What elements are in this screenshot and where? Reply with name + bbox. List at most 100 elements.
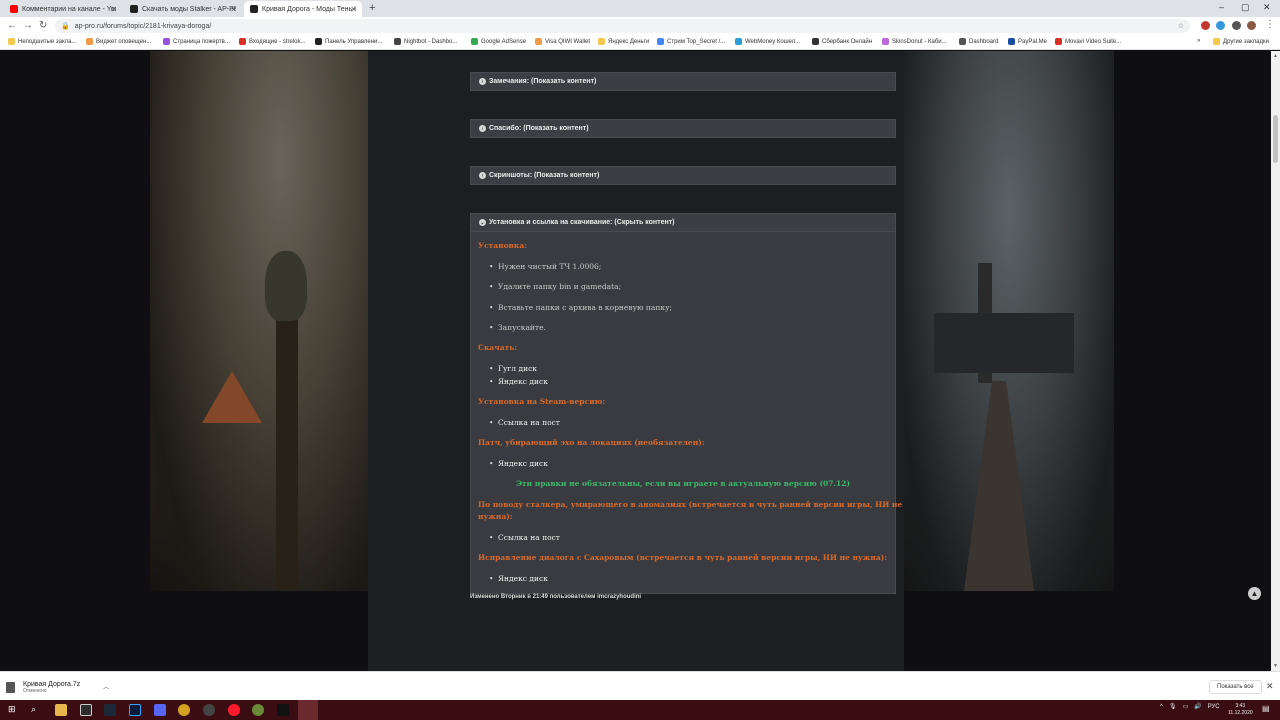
spoiler-thanks[interactable]: › Спасибо: (Показать контент) bbox=[470, 119, 896, 138]
task-view-icon[interactable] bbox=[80, 704, 92, 716]
download-item[interactable]: Кривая Дорога.7z Отменено bbox=[6, 676, 114, 698]
webmoney-icon bbox=[735, 38, 742, 45]
chevron-up-icon[interactable]: ︿ bbox=[103, 682, 109, 691]
movavi-icon bbox=[1055, 38, 1062, 45]
lock-icon: 🔒 bbox=[61, 23, 70, 30]
bookmark-item[interactable]: Movavi Video Suite... bbox=[1055, 38, 1121, 45]
tab-youtube[interactable]: Комментарии на канале - YouTu ✕ bbox=[4, 1, 122, 17]
minimize-button[interactable]: – bbox=[1219, 2, 1224, 12]
close-icon[interactable]: ✕ bbox=[110, 5, 117, 14]
spoiler-screenshots[interactable]: › Скриншоты: (Показать контент) bbox=[470, 166, 896, 185]
scroll-to-top-icon[interactable]: ▲ bbox=[1248, 587, 1261, 600]
bookmark-item[interactable]: PayPal.Me bbox=[1008, 38, 1047, 45]
close-window-button[interactable]: ✕ bbox=[1263, 2, 1271, 13]
bookmark-item[interactable]: Яндекс Деньги bbox=[598, 38, 649, 45]
maximize-button[interactable]: ▢ bbox=[1241, 2, 1250, 13]
spoiler-remarks[interactable]: › Замечания: (Показать контент) bbox=[470, 72, 896, 91]
new-tab-button[interactable]: + bbox=[369, 2, 375, 14]
discord-icon[interactable] bbox=[154, 704, 166, 716]
google-icon bbox=[657, 38, 664, 45]
gas-mask-image bbox=[265, 251, 307, 321]
steam-post-link[interactable]: Ссылка на пост bbox=[489, 418, 560, 427]
scroll-up-icon[interactable]: ▲ bbox=[1273, 53, 1278, 59]
chrome-active-icon[interactable] bbox=[298, 700, 318, 720]
bookmark-item[interactable]: WebMoney Кошел... bbox=[735, 38, 800, 45]
mic-icon[interactable]: 🎙 bbox=[1169, 703, 1177, 710]
photoshop-icon[interactable] bbox=[129, 704, 141, 716]
notification-icon[interactable]: ▤ bbox=[1262, 704, 1270, 713]
patch-yandex-link[interactable]: Яндекс диск bbox=[489, 459, 548, 468]
star-icon[interactable]: ☆ bbox=[1178, 22, 1184, 30]
app-icon[interactable] bbox=[178, 704, 190, 716]
extension-icon[interactable] bbox=[1201, 21, 1210, 30]
patch-heading: Патч, убирающий эхо на локациях (необяза… bbox=[478, 438, 705, 447]
bookmark-item[interactable]: SkinsDonut - Каби... bbox=[882, 38, 947, 45]
bookmark-item[interactable]: Неподшитые закла... bbox=[8, 38, 76, 45]
opera-icon[interactable] bbox=[228, 704, 240, 716]
forward-arrow-icon[interactable]: → bbox=[23, 20, 33, 31]
volume-icon[interactable]: 🔊 bbox=[1194, 703, 1201, 710]
page-scrollbar[interactable]: ▲ ▼ bbox=[1271, 51, 1280, 671]
paypal-icon bbox=[1008, 38, 1015, 45]
qiwi-icon bbox=[535, 38, 542, 45]
bookmark-item[interactable]: Visa QIWI Wallet bbox=[535, 38, 590, 45]
steam-heading: Установка на Steam-версию: bbox=[478, 397, 606, 406]
chevron-up-icon[interactable]: ^ bbox=[1160, 704, 1163, 710]
search-icon[interactable]: ⌕ bbox=[31, 704, 43, 716]
menu-dots-icon[interactable]: ⋮ bbox=[1265, 19, 1275, 30]
app-icon[interactable] bbox=[203, 704, 215, 716]
bookmark-item[interactable]: Входящие - strelok... bbox=[239, 38, 305, 45]
bookmark-item[interactable]: Стрим Top_Secret /... bbox=[657, 38, 725, 45]
file-explorer-icon[interactable] bbox=[55, 704, 67, 716]
app-icon[interactable] bbox=[252, 704, 264, 716]
language-indicator[interactable]: РУС bbox=[1208, 704, 1220, 710]
show-all-button[interactable]: Показать все bbox=[1209, 680, 1262, 694]
steam-icon[interactable] bbox=[104, 704, 116, 716]
tab-title: Скачать моды Stalker - AP-PRO. bbox=[142, 5, 236, 13]
download-shelf: Кривая Дорога.7z Отменено ︿ Показать все… bbox=[0, 671, 1280, 700]
windows-start-icon[interactable]: ⊞ bbox=[8, 704, 20, 716]
tab-krivaya-doroga[interactable]: Кривая Дорога - Моды Тень Че ✕ bbox=[244, 1, 362, 17]
list-item: Запускайте. bbox=[489, 323, 546, 332]
power-plant-image bbox=[934, 313, 1074, 373]
extension-icon[interactable] bbox=[1216, 21, 1225, 30]
reload-icon[interactable]: ↻ bbox=[39, 20, 47, 31]
google-drive-link[interactable]: Гугл диск bbox=[489, 364, 537, 373]
tab-title: Кривая Дорога - Моды Тень Че bbox=[262, 5, 356, 13]
url-field[interactable]: 🔒 ap-pro.ru/forums/topic/2181-krivaya-do… bbox=[55, 19, 1190, 33]
avatar[interactable] bbox=[1247, 21, 1256, 30]
yandex-disk-link[interactable]: Яндекс диск bbox=[489, 377, 548, 386]
back-arrow-icon[interactable]: ← bbox=[7, 20, 17, 31]
bookmark-item[interactable]: Dashboard bbox=[959, 38, 998, 45]
radiation-sign-image bbox=[202, 371, 262, 423]
bookmark-overflow[interactable]: » bbox=[1197, 38, 1200, 44]
close-icon[interactable]: ✕ bbox=[230, 5, 237, 14]
spoiler-install-download[interactable]: ⌄ Установка и ссылка на скачивание: (Скр… bbox=[470, 213, 896, 232]
list-item: Удалите папку bin и gamedata; bbox=[489, 282, 621, 291]
close-icon[interactable]: ✕ bbox=[350, 5, 357, 14]
network-icon[interactable]: ▭ bbox=[1182, 703, 1188, 710]
anomaly-post-link[interactable]: Ссылка на пост bbox=[489, 533, 560, 542]
site-icon bbox=[250, 5, 258, 13]
bookmark-item[interactable]: Виджет оповещен... bbox=[86, 38, 151, 45]
bookmark-item[interactable]: Google AdSense bbox=[471, 38, 526, 45]
skinsdonut-icon bbox=[882, 38, 889, 45]
list-item: Вставьте папки с архива в корневую папку… bbox=[489, 303, 672, 312]
bookmark-item[interactable]: Nightbot - Dashbo... bbox=[394, 38, 457, 45]
extensions-puzzle-icon[interactable] bbox=[1232, 21, 1241, 30]
bookmark-item[interactable]: Панель Управлени... bbox=[315, 38, 382, 45]
background-art-right bbox=[904, 51, 1114, 591]
clock[interactable]: 3:43 11.12.2020 bbox=[1228, 703, 1253, 717]
bookmark-item[interactable]: Страница пожертв... bbox=[163, 38, 230, 45]
app-icon[interactable] bbox=[277, 704, 289, 716]
dialog-yandex-link[interactable]: Яндекс диск bbox=[489, 574, 548, 583]
chevron-down-icon: ⌄ bbox=[479, 219, 486, 226]
bookmark-item[interactable]: Сбербанк Онлайн bbox=[812, 38, 872, 45]
tab-ap-pro-mods[interactable]: Скачать моды Stalker - AP-PRO. ✕ bbox=[124, 1, 242, 17]
close-icon[interactable]: ✕ bbox=[1266, 681, 1274, 692]
scroll-down-icon[interactable]: ▼ bbox=[1273, 663, 1278, 669]
other-bookmarks[interactable]: Другие закладки bbox=[1213, 38, 1269, 45]
site-icon bbox=[130, 5, 138, 13]
url-text: ap-pro.ru/forums/topic/2181-krivaya-doro… bbox=[74, 22, 212, 30]
scrollbar-thumb[interactable] bbox=[1273, 115, 1278, 163]
